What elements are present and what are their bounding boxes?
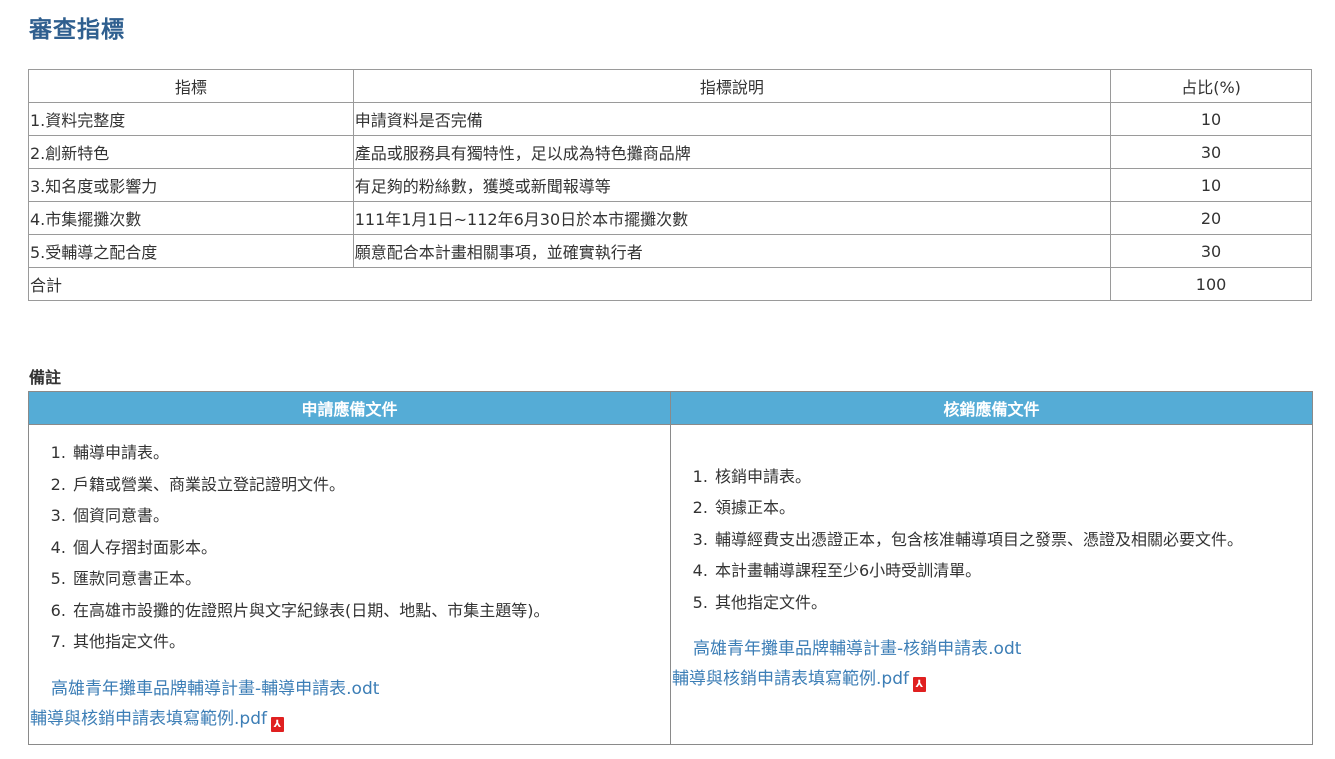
remarks-title: 備註	[29, 368, 62, 387]
list-item: 戶籍或營業、商業設立登記證明文件。	[71, 469, 654, 501]
ratio-cell: 10	[1110, 102, 1312, 136]
description-cell: 有足夠的粉絲數，獲獎或新聞報導等	[352, 168, 1112, 202]
list-item: 領據正本。	[713, 492, 1296, 524]
list-item: 個資同意書。	[71, 500, 654, 532]
list-item: 其他指定文件。	[71, 626, 654, 658]
example-pdf-download-link[interactable]: 輔導與核銷申請表填寫範例.pdf ⅄	[29, 704, 670, 734]
table-row: 1.資料完整度 申請資料是否完備 10	[28, 102, 1312, 136]
ratio-cell: 10	[1110, 168, 1312, 202]
list-item: 個人存摺封面影本。	[71, 532, 654, 564]
total-row: 合計 100	[27, 267, 1312, 301]
table-row: 3.知名度或影響力 有足夠的粉絲數，獲獎或新聞報導等 10	[28, 168, 1312, 202]
criteria-table: 指標 指標說明 占比(%) 1.資料完整度 申請資料是否完備 10 2.創新特色…	[27, 69, 1312, 301]
page-title: 審查指標	[29, 17, 125, 43]
pdf-icon: ⅄	[912, 677, 926, 693]
table-row: 5.受輔導之配合度 願意配合本計畫相關事項，並確實執行者 30	[28, 234, 1312, 268]
verification-docs-list: 核銷申請表。 領據正本。 輔導經費支出憑證正本，包含核准輔導項目之發票、憑證及相…	[671, 461, 1312, 619]
documents-content-row: 輔導申請表。 戶籍或營業、商業設立登記證明文件。 個資同意書。 個人存摺封面影本…	[28, 424, 1313, 745]
list-item: 輔導申請表。	[71, 437, 654, 469]
documents-table: 申請應備文件 核銷應備文件 輔導申請表。 戶籍或營業、商業設立登記證明文件。 個…	[28, 391, 1313, 745]
example-pdf-link-text: 輔導與核銷申請表填寫範例.pdf	[672, 669, 909, 690]
application-docs-header: 申請應備文件	[28, 391, 671, 425]
application-form-download-link[interactable]: 高雄青年攤車品牌輔導計畫-輔導申請表.odt	[29, 674, 670, 704]
ratio-cell: 30	[1110, 135, 1312, 169]
header-ratio: 占比(%)	[1110, 69, 1312, 103]
list-item: 核銷申請表。	[713, 461, 1296, 493]
verification-docs-cell: 核銷申請表。 領據正本。 輔導經費支出憑證正本，包含核准輔導項目之發票、憑證及相…	[670, 424, 1313, 745]
description-cell: 願意配合本計畫相關事項，並確實執行者	[352, 234, 1112, 268]
total-value: 100	[1110, 267, 1312, 301]
description-cell: 申請資料是否完備	[352, 102, 1112, 136]
ratio-cell: 20	[1110, 201, 1312, 235]
list-item: 其他指定文件。	[713, 587, 1296, 619]
list-item: 本計畫輔導課程至少6小時受訓清單。	[713, 555, 1296, 587]
application-docs-list: 輔導申請表。 戶籍或營業、商業設立登記證明文件。 個資同意書。 個人存摺封面影本…	[29, 437, 670, 658]
header-description: 指標說明	[352, 69, 1112, 103]
table-row: 2.創新特色 產品或服務具有獨特性，足以成為特色攤商品牌 30	[28, 135, 1312, 169]
indicator-cell: 3.知名度或影響力	[28, 168, 354, 202]
description-cell: 111年1月1日~112年6月30日於本市擺攤次數	[352, 201, 1112, 235]
ratio-cell: 30	[1110, 234, 1312, 268]
documents-header-row: 申請應備文件 核銷應備文件	[28, 391, 1313, 425]
indicator-cell: 1.資料完整度	[28, 102, 354, 136]
verification-form-download-link[interactable]: 高雄青年攤車品牌輔導計畫-核銷申請表.odt	[671, 634, 1312, 664]
example-pdf-link-text: 輔導與核銷申請表填寫範例.pdf	[30, 708, 267, 729]
verification-docs-header: 核銷應備文件	[670, 391, 1313, 425]
example-pdf-download-link[interactable]: 輔導與核銷申請表填寫範例.pdf ⅄	[671, 664, 1312, 694]
criteria-header-row: 指標 指標說明 占比(%)	[28, 69, 1312, 103]
application-docs-cell: 輔導申請表。 戶籍或營業、商業設立登記證明文件。 個資同意書。 個人存摺封面影本…	[28, 424, 671, 745]
pdf-icon: ⅄	[270, 716, 284, 732]
list-item: 匯款同意書正本。	[71, 563, 654, 595]
indicator-cell: 2.創新特色	[28, 135, 354, 169]
description-cell: 產品或服務具有獨特性，足以成為特色攤商品牌	[352, 135, 1112, 169]
list-item: 在高雄市設攤的佐證照片與文字紀錄表(日期、地點、市集主題等)。	[71, 595, 654, 627]
table-row: 4.市集擺攤次數 111年1月1日~112年6月30日於本市擺攤次數 20	[28, 201, 1312, 235]
total-label: 合計	[27, 267, 1112, 301]
indicator-cell: 5.受輔導之配合度	[28, 234, 354, 268]
header-indicator: 指標	[28, 69, 354, 103]
indicator-cell: 4.市集擺攤次數	[28, 201, 354, 235]
list-item: 輔導經費支出憑證正本，包含核准輔導項目之發票、憑證及相關必要文件。	[713, 524, 1296, 556]
